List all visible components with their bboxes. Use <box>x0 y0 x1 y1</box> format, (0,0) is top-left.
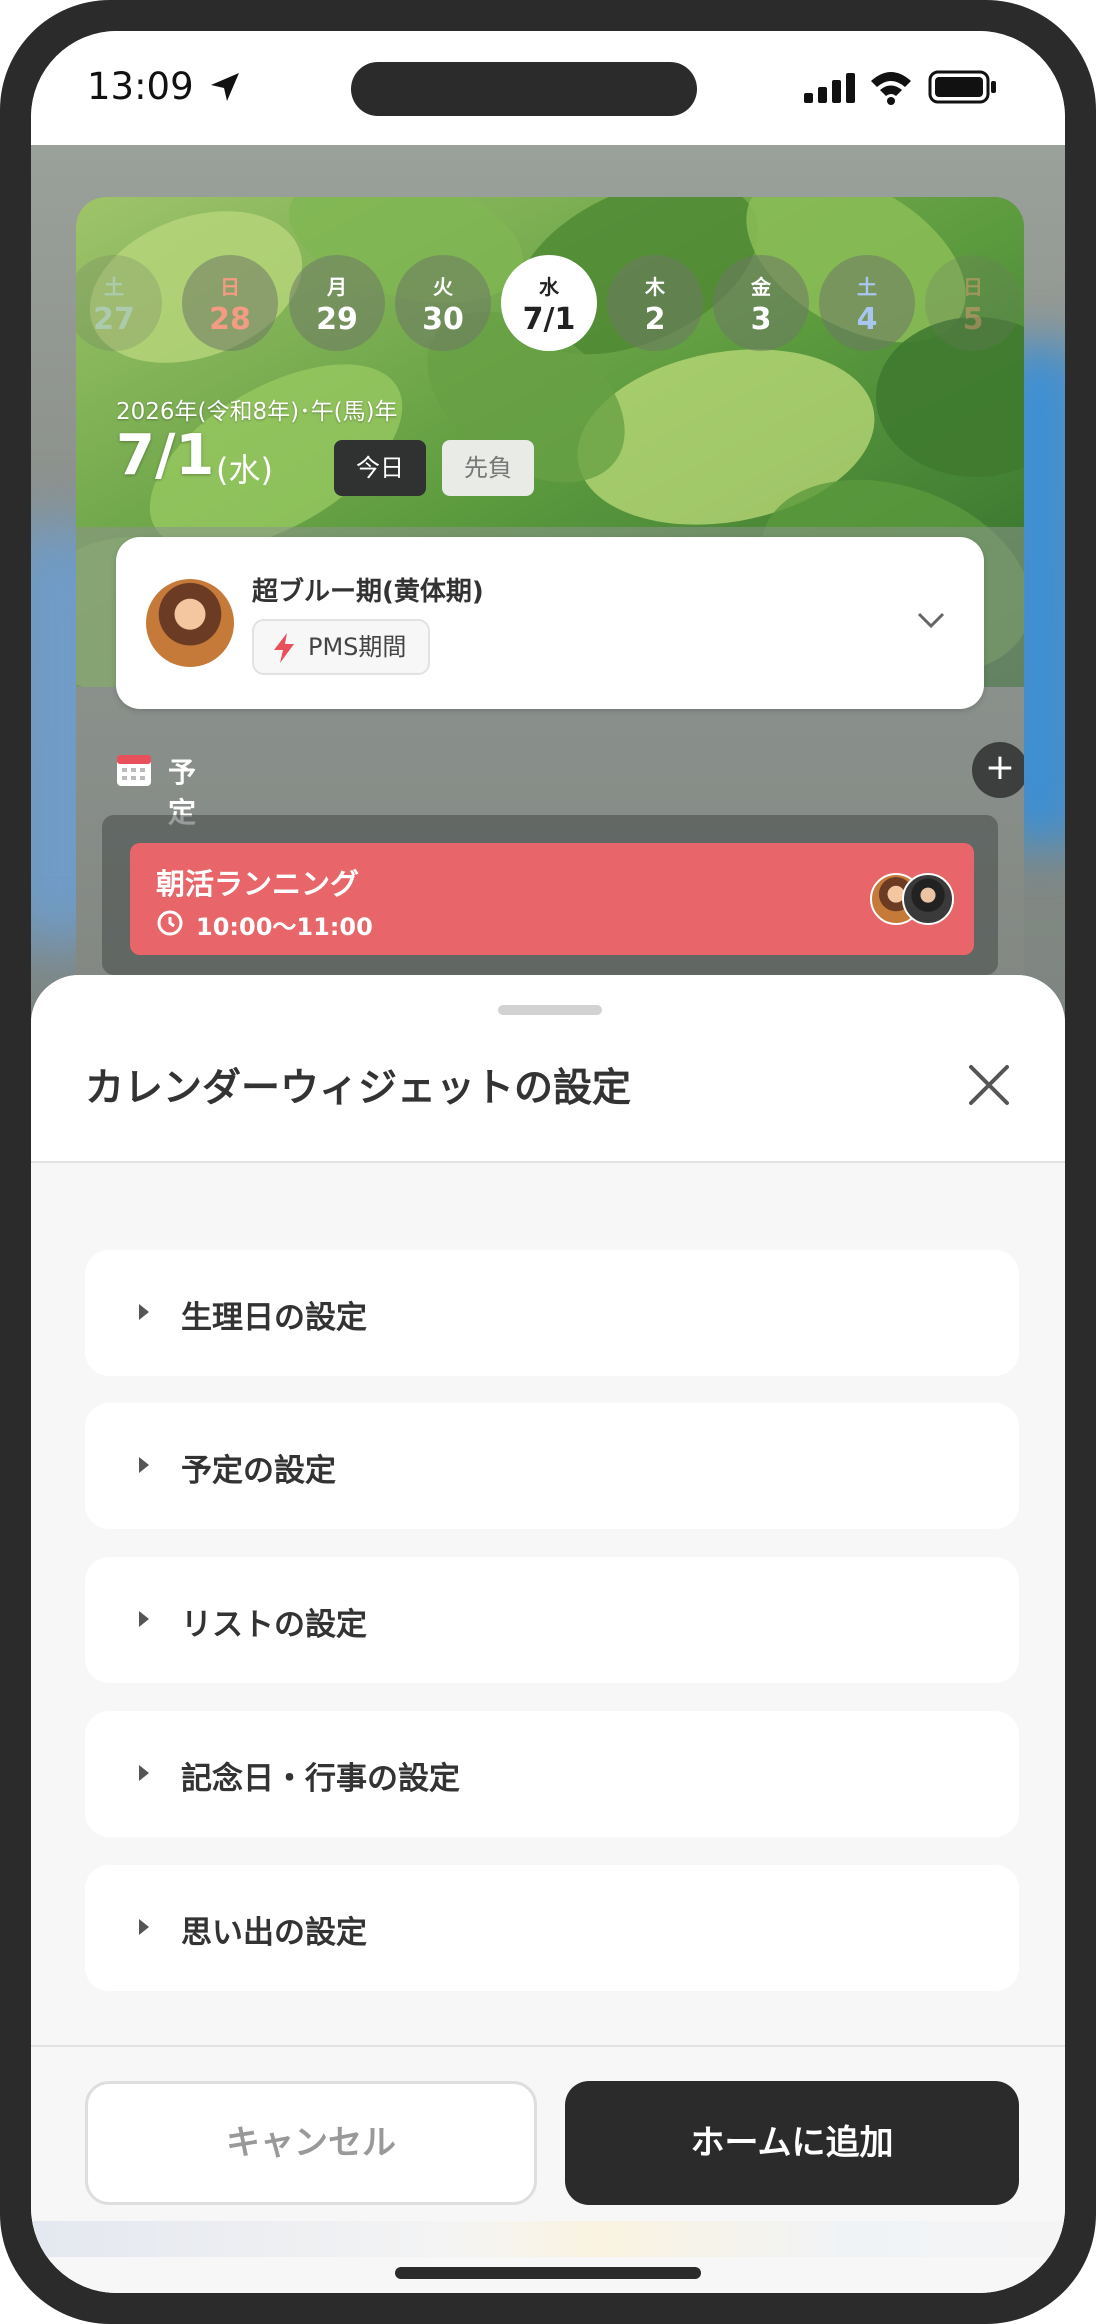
status-time: 13:09 <box>87 65 194 108</box>
caret-right-icon <box>139 1919 149 1935</box>
pms-badge-label: PMS期間 <box>308 633 407 661</box>
calendar-icon <box>117 755 151 786</box>
clock-icon <box>157 910 183 936</box>
close-icon[interactable] <box>961 1057 1017 1113</box>
accordion-label: 予定の設定 <box>181 1453 336 1489</box>
dynamic-island <box>351 62 697 116</box>
location-arrow-icon <box>211 73 239 101</box>
day-cell-selected[interactable]: 水 7/1 <box>501 255 597 351</box>
caret-right-icon <box>139 1765 149 1781</box>
home-indicator[interactable] <box>395 2267 701 2279</box>
accordion-period-settings[interactable]: 生理日の設定 <box>85 1250 1019 1376</box>
caret-right-icon <box>139 1611 149 1627</box>
day-cell[interactable]: 火 30 <box>395 255 491 351</box>
accordion-label: リストの設定 <box>181 1607 367 1643</box>
event-card[interactable]: 朝活ランニング 10:00〜11:00 <box>130 843 974 955</box>
accordion-list-settings[interactable]: リストの設定 <box>85 1557 1019 1683</box>
add-schedule-button[interactable]: + <box>972 742 1024 798</box>
event-time: 10:00〜11:00 <box>196 913 373 941</box>
accordion-schedule-settings[interactable]: 予定の設定 <box>85 1403 1019 1529</box>
battery-icon <box>928 70 996 104</box>
day-cell[interactable]: 金3 <box>713 255 809 351</box>
status-bar: 13:09 <box>31 31 1065 145</box>
caret-right-icon <box>139 1457 149 1473</box>
rokuyo-badge: 先負 <box>442 440 534 496</box>
cycle-status-card[interactable]: 超ブルー期(黄体期) PMS期間 <box>116 537 984 709</box>
pms-badge: PMS期間 <box>252 619 431 675</box>
current-weekday: (水) <box>216 451 273 489</box>
current-date: 7/1 <box>116 423 215 488</box>
calendar-widget-preview: 土 27 日 28 月 29 火 30 水 7/1 木2 金3 土4 日 5 2… <box>76 197 1024 1017</box>
today-button[interactable]: 今日 <box>334 440 426 496</box>
day-cell[interactable]: 土4 <box>819 255 915 351</box>
lightning-icon <box>274 633 294 663</box>
cycle-phase-title: 超ブルー期(黄体期) <box>252 577 484 607</box>
bottom-peek-strip <box>31 2221 1065 2257</box>
event-title: 朝活ランニング <box>156 867 360 901</box>
avatar <box>902 873 954 925</box>
accordion-label: 記念日・行事の設定 <box>181 1761 460 1797</box>
cancel-button[interactable]: キャンセル <box>85 2081 537 2205</box>
accordion-anniversary-settings[interactable]: 記念日・行事の設定 <box>85 1711 1019 1837</box>
caret-right-icon <box>139 1304 149 1320</box>
day-cell[interactable]: 土 27 <box>76 255 162 351</box>
era-year-text: 2026年(令和8年)･午(馬)年 <box>116 399 398 425</box>
accordion-label: 生理日の設定 <box>181 1300 367 1336</box>
schedule-list: 朝活ランニング 10:00〜11:00 <box>102 815 998 975</box>
day-cell[interactable]: 月 29 <box>289 255 385 351</box>
day-cell[interactable]: 日 28 <box>182 255 278 351</box>
wifi-icon <box>871 72 911 105</box>
sheet-grabber[interactable] <box>498 1005 602 1015</box>
phone-frame: 13:09 土 27 日 28 月 29 火 30 水 7/1 木 2 金 3 … <box>0 0 1096 2324</box>
sheet-header: カレンダーウィジェットの設定 <box>31 975 1065 1163</box>
phone-screen: 13:09 土 27 日 28 月 29 火 30 水 7/1 木 2 金 3 … <box>31 31 1065 2293</box>
sheet-title: カレンダーウィジェットの設定 <box>85 1066 632 1111</box>
widget-settings-sheet: カレンダーウィジェットの設定 生理日の設定 予定の設定 リストの設定 記念日・行… <box>31 975 1065 2293</box>
day-cell[interactable]: 日5 <box>925 255 1021 351</box>
day-cell[interactable]: 木2 <box>607 255 703 351</box>
add-to-home-button[interactable]: ホームに追加 <box>565 2081 1019 2205</box>
accordion-label: 思い出の設定 <box>181 1915 367 1951</box>
accordion-memories-settings[interactable]: 思い出の設定 <box>85 1865 1019 1991</box>
chevron-down-icon[interactable] <box>916 609 946 631</box>
cellular-signal-icon <box>804 73 855 103</box>
avatar <box>146 579 234 667</box>
